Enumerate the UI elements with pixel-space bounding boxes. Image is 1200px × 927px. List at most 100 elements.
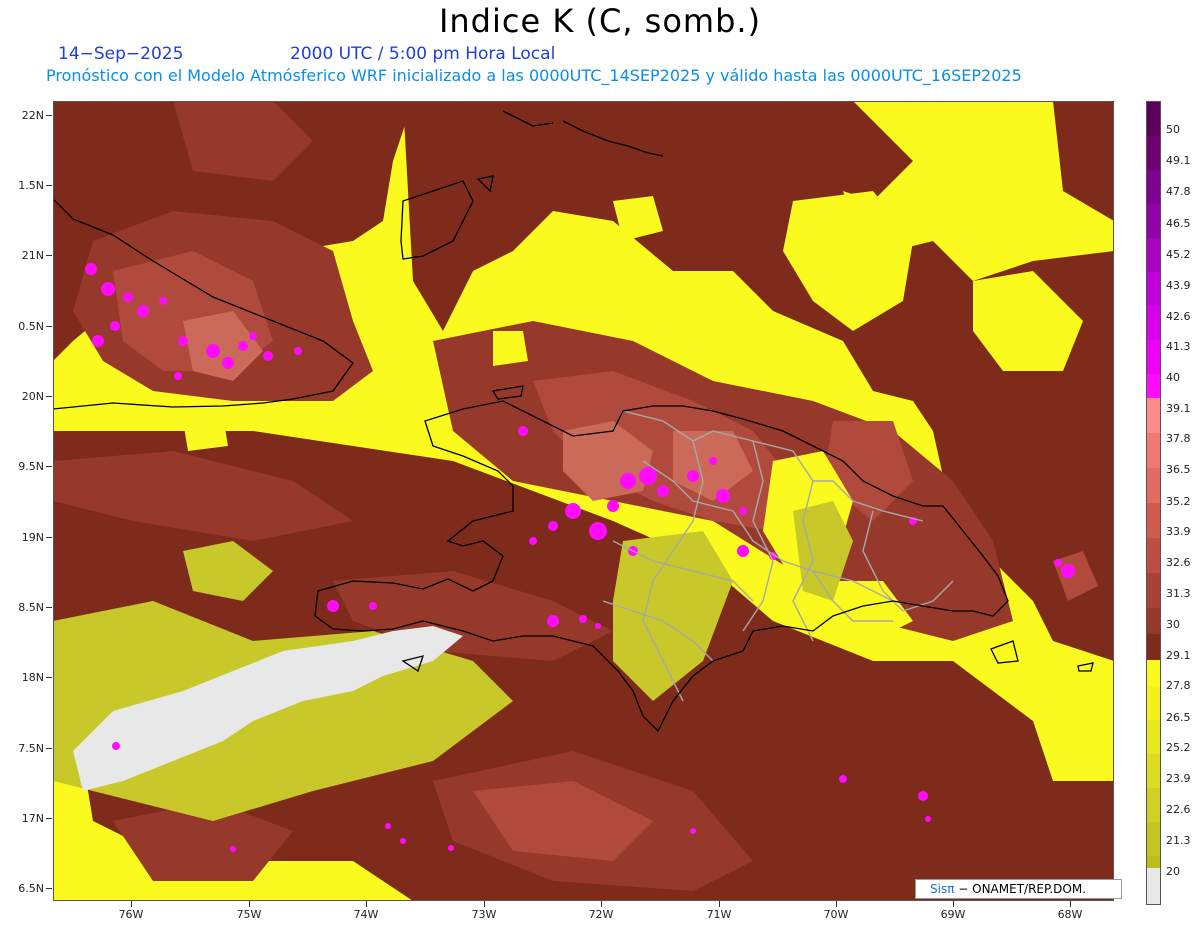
colorbar: [1146, 101, 1161, 905]
lat-label: 19N: [21, 531, 44, 544]
colorbar-label: 25.2: [1166, 741, 1191, 754]
lon-tick: [953, 901, 954, 907]
colorbar-label: 46.5: [1166, 217, 1191, 230]
lon-label: 70W: [823, 908, 849, 921]
colorbar-segment: [1147, 238, 1160, 272]
colorbar-label: 39.1: [1166, 402, 1191, 415]
colorbar-label: 32.6: [1166, 556, 1191, 569]
colorbar-label: 42.6: [1166, 310, 1191, 323]
colorbar-segment: [1147, 720, 1160, 754]
colorbar-label: 49.1: [1166, 154, 1191, 167]
colorbar-label: 40: [1166, 371, 1180, 384]
forecast-date: 14−Sep−2025: [58, 44, 184, 64]
lon-label: 75W: [236, 908, 262, 921]
colorbar-label: 23.9: [1166, 772, 1191, 785]
lon-tick: [836, 901, 837, 907]
lat-label: 17N: [21, 812, 44, 825]
credit-brand: Sisπ: [930, 882, 955, 896]
lat-tick: [46, 115, 52, 116]
lat-tick: [46, 466, 52, 467]
lat-label: 9.5N: [18, 460, 44, 473]
colorbar-segment: [1147, 136, 1160, 170]
colorbar-label: 37.8: [1166, 432, 1191, 445]
colorbar-segment: [1147, 374, 1160, 398]
colorbar-label: 35.2: [1166, 495, 1191, 508]
lat-tick: [46, 255, 52, 256]
lat-label: 0.5N: [18, 320, 44, 333]
lat-tick: [46, 888, 52, 889]
lon-tick: [131, 901, 132, 907]
colorbar-label: 30: [1166, 618, 1180, 631]
credit-org: − ONAMET/REP.DOM.: [958, 882, 1087, 896]
colorbar-segment: [1147, 608, 1160, 634]
colorbar-segment: [1147, 538, 1160, 573]
colorbar-segment: [1147, 856, 1160, 868]
lat-label: 7.5N: [18, 742, 44, 755]
lon-label: 74W: [353, 908, 379, 921]
lon-tick: [601, 901, 602, 907]
model-info: Pronóstico con el Modelo Atmósferico WRF…: [46, 66, 1022, 85]
lon-label: 68W: [1057, 908, 1083, 921]
colorbar-label: 36.5: [1166, 463, 1191, 476]
colorbar-label: 33.9: [1166, 525, 1191, 538]
colorbar-label: 27.8: [1166, 679, 1191, 692]
credit-box: Sisπ − ONAMET/REP.DOM.: [915, 879, 1122, 899]
colorbar-label: 47.8: [1166, 185, 1191, 198]
lat-label: 8.5N: [18, 601, 44, 614]
colorbar-label: 21.3: [1166, 834, 1191, 847]
colorbar-segment: [1147, 788, 1160, 822]
colorbar-label: 22.6: [1166, 803, 1191, 816]
lon-label: 76W: [118, 908, 144, 921]
lon-label: 73W: [471, 908, 497, 921]
lon-label: 71W: [706, 908, 732, 921]
colorbar-segment: [1147, 433, 1160, 468]
colorbar-segment: [1147, 468, 1160, 503]
lon-tick: [719, 901, 720, 907]
colorbar-segment: [1147, 204, 1160, 238]
colorbar-label: 26.5: [1166, 711, 1191, 724]
lon-label: 69W: [940, 908, 966, 921]
colorbar-segment: [1147, 868, 1160, 904]
colorbar-segment: [1147, 754, 1160, 788]
colorbar-label: 29.1: [1166, 649, 1191, 662]
colorbar-label: 20: [1166, 865, 1180, 878]
lon-tick: [249, 901, 250, 907]
lat-label: 22N: [21, 109, 44, 122]
colorbar-segment: [1147, 503, 1160, 538]
colorbar-label: 43.9: [1166, 279, 1191, 292]
lon-tick: [1070, 901, 1071, 907]
colorbar-label: 45.2: [1166, 248, 1191, 261]
k-index-map: [53, 101, 1114, 901]
lat-tick: [46, 677, 52, 678]
lat-tick: [46, 818, 52, 819]
colorbar-segment: [1147, 634, 1160, 660]
lat-label: 20N: [21, 390, 44, 403]
colorbar-label: 31.3: [1166, 587, 1191, 600]
colorbar-segment: [1147, 170, 1160, 204]
colorbar-segment: [1147, 272, 1160, 306]
lat-tick: [46, 607, 52, 608]
colorbar-label: 41.3: [1166, 340, 1191, 353]
colorbar-segment: [1147, 102, 1160, 136]
colorbar-segment: [1147, 340, 1160, 374]
lat-tick: [46, 537, 52, 538]
colorbar-segment: [1147, 573, 1160, 608]
lat-label: 6.5N: [18, 882, 44, 895]
colorbar-segment: [1147, 686, 1160, 720]
colorbar-label: 50: [1166, 123, 1180, 136]
lat-tick: [46, 396, 52, 397]
lat-tick: [46, 185, 52, 186]
lon-tick: [366, 901, 367, 907]
colorbar-segment: [1147, 306, 1160, 340]
lat-tick: [46, 326, 52, 327]
colorbar-segment: [1147, 822, 1160, 856]
lat-label: 21N: [21, 249, 44, 262]
valid-time: 2000 UTC / 5:00 pm Hora Local: [290, 44, 556, 64]
map-title: Indice K (C, somb.): [438, 2, 762, 40]
lat-tick: [46, 748, 52, 749]
lat-label: 1.5N: [18, 179, 44, 192]
lon-label: 72W: [588, 908, 614, 921]
colorbar-segment: [1147, 398, 1160, 433]
lon-tick: [484, 901, 485, 907]
lat-label: 18N: [21, 671, 44, 684]
